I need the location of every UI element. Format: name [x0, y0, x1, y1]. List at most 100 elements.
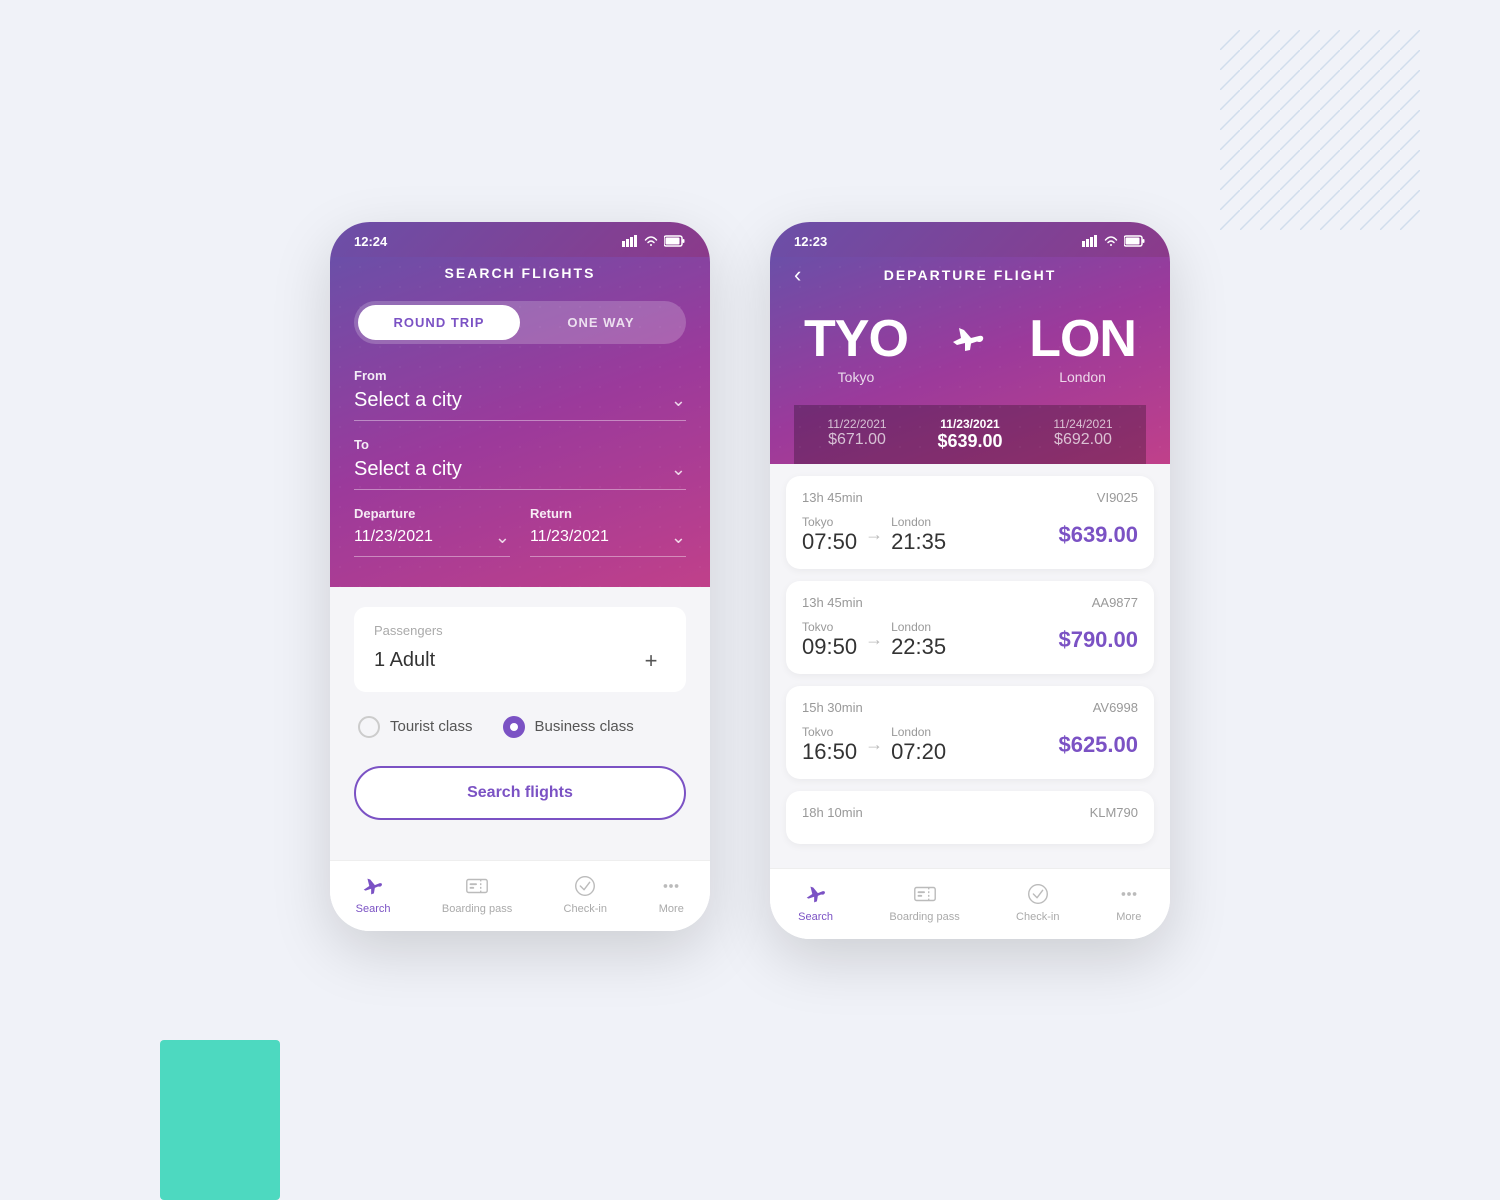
departure-value: 11/23/2021	[354, 528, 433, 546]
nav-search-1[interactable]: Search	[356, 873, 391, 915]
tourist-class-option[interactable]: Tourist class	[358, 716, 473, 738]
flight-duration-0: 13h 45min	[802, 490, 863, 505]
flight-card-bottom-1: Tokvo 09:50 → London 22:35 $790.00	[802, 620, 1138, 660]
to-time-2: 07:20	[891, 739, 946, 765]
flight-code-2: AV6998	[1093, 700, 1138, 715]
date-0: 11/22/2021	[827, 417, 886, 431]
date-item-1[interactable]: 11/23/2021 $639.00	[937, 417, 1002, 452]
flights-title-bar: ‹ DEPARTURE FLIGHT	[794, 257, 1146, 299]
flight-card-2[interactable]: 15h 30min AV6998 Tokvo 16:50 → London 07…	[786, 686, 1154, 779]
to-city-1: London	[891, 620, 946, 634]
bottom-nav-1: Search Boarding pass Check-in	[330, 860, 710, 931]
search-body: Passengers 1 Adult + Tourist class B	[330, 587, 710, 860]
to-time-1: 22:35	[891, 634, 946, 660]
departure-label: Departure	[354, 506, 510, 521]
nav-checkin-1[interactable]: Check-in	[564, 873, 607, 915]
departure-field: Departure 11/23/2021 ⌄	[354, 506, 510, 557]
flight-duration-3: 18h 10min	[802, 805, 863, 820]
search-title: SEARCH FLIGHTS	[354, 257, 686, 301]
business-class-option[interactable]: Business class	[503, 716, 634, 738]
from-col-0: Tokyo 07:50	[802, 515, 857, 555]
status-time-2: 12:23	[794, 234, 827, 249]
wifi-icon	[643, 235, 659, 247]
nav-more-1[interactable]: More	[658, 873, 684, 915]
to-value: Select a city	[354, 458, 462, 481]
date-item-0[interactable]: 11/22/2021 $671.00	[827, 417, 886, 452]
nav-checkin-label-2: Check-in	[1016, 911, 1059, 923]
from-col-1: Tokvo 09:50	[802, 620, 857, 660]
flight-duration-2: 15h 30min	[802, 700, 863, 715]
date-2: 11/24/2021	[1053, 417, 1112, 431]
search-flights-button[interactable]: Search flights	[354, 766, 686, 820]
date-row: Departure 11/23/2021 ⌄ Return 11/23/2021…	[354, 506, 686, 557]
nav-more-2[interactable]: More	[1116, 881, 1142, 923]
nav-boarding-2[interactable]: Boarding pass	[889, 881, 959, 923]
flight-times-0: Tokyo 07:50 → London 21:35	[802, 515, 946, 555]
flight-card-1[interactable]: 13h 45min AA9877 Tokvo 09:50 → London 22…	[786, 581, 1154, 674]
status-time-1: 12:24	[354, 234, 387, 249]
bg-decoration-lines	[1220, 30, 1420, 230]
origin-code: TYO	[804, 309, 908, 369]
flight-price-2: $625.00	[1058, 732, 1138, 758]
to-select[interactable]: Select a city ⌄	[354, 458, 686, 490]
class-row: Tourist class Business class	[354, 716, 686, 738]
to-col-1: London 22:35	[891, 620, 946, 660]
nav-search-2[interactable]: Search	[798, 881, 833, 923]
tourist-radio[interactable]	[358, 716, 380, 738]
to-time-0: 21:35	[891, 529, 946, 555]
from-value: Select a city	[354, 389, 462, 412]
business-class-label: Business class	[535, 718, 634, 735]
passengers-card: Passengers 1 Adult +	[354, 607, 686, 692]
from-col-2: Tokvo 16:50	[802, 725, 857, 765]
flight-price-0: $639.00	[1058, 522, 1138, 548]
nav-boarding-label-2: Boarding pass	[889, 911, 959, 923]
date-strip[interactable]: 11/22/2021 $671.00 11/23/2021 $639.00 11…	[794, 405, 1146, 464]
status-bar-1: 12:24	[330, 222, 710, 257]
search-phone: 12:24	[330, 222, 710, 931]
add-passenger-button[interactable]: +	[636, 646, 666, 676]
round-trip-button[interactable]: ROUND TRIP	[358, 305, 520, 340]
departure-select[interactable]: 11/23/2021 ⌄	[354, 527, 510, 557]
return-select[interactable]: 11/23/2021 ⌄	[530, 527, 686, 557]
more-dots-icon	[658, 873, 684, 899]
nav-checkin-2[interactable]: Check-in	[1016, 881, 1059, 923]
arrow-icon-1: →	[865, 629, 883, 650]
flight-code-0: VI9025	[1097, 490, 1138, 505]
destination-name: London	[1029, 369, 1136, 385]
one-way-button[interactable]: ONE WAY	[520, 305, 682, 340]
from-time-2: 16:50	[802, 739, 857, 765]
nav-checkin-label-1: Check-in	[564, 903, 607, 915]
arrow-icon-0: →	[865, 524, 883, 545]
business-radio-inner	[510, 723, 518, 731]
date-item-2[interactable]: 11/24/2021 $692.00	[1053, 417, 1112, 452]
back-button[interactable]: ‹	[794, 262, 801, 288]
price-2: $692.00	[1053, 431, 1112, 449]
nav-more-label-2: More	[1116, 911, 1141, 923]
from-city-2: Tokvo	[802, 725, 857, 739]
destination-code: LON	[1029, 309, 1136, 369]
from-field-group: From Select a city ⌄	[354, 368, 686, 421]
trip-toggle[interactable]: ROUND TRIP ONE WAY	[354, 301, 686, 344]
passengers-label: Passengers	[374, 623, 666, 638]
signal-icon-2	[1082, 235, 1098, 247]
bg-decoration-teal	[160, 1040, 280, 1200]
nav-search-label-1: Search	[356, 903, 391, 915]
date-1: 11/23/2021	[937, 417, 1002, 431]
price-1: $639.00	[937, 431, 1002, 452]
plane-icon	[951, 324, 987, 359]
flights-list: 13h 45min VI9025 Tokyo 07:50 → London 21…	[770, 464, 1170, 868]
from-select[interactable]: Select a city ⌄	[354, 389, 686, 421]
from-time-0: 07:50	[802, 529, 857, 555]
flight-card-3[interactable]: 18h 10min KLM790	[786, 791, 1154, 844]
flight-card-top-0: 13h 45min VI9025	[802, 490, 1138, 505]
nav-boarding-1[interactable]: Boarding pass	[442, 873, 512, 915]
origin: TYO Tokyo	[804, 309, 908, 385]
search-header: SEARCH FLIGHTS ROUND TRIP ONE WAY From S…	[330, 257, 710, 587]
arrow-icon-2: →	[865, 734, 883, 755]
flight-times-2: Tokvo 16:50 → London 07:20	[802, 725, 946, 765]
from-city-0: Tokyo	[802, 515, 857, 529]
wifi-icon-2	[1103, 235, 1119, 247]
flight-card-0[interactable]: 13h 45min VI9025 Tokyo 07:50 → London 21…	[786, 476, 1154, 569]
business-radio[interactable]	[503, 716, 525, 738]
to-field-group: To Select a city ⌄	[354, 437, 686, 490]
